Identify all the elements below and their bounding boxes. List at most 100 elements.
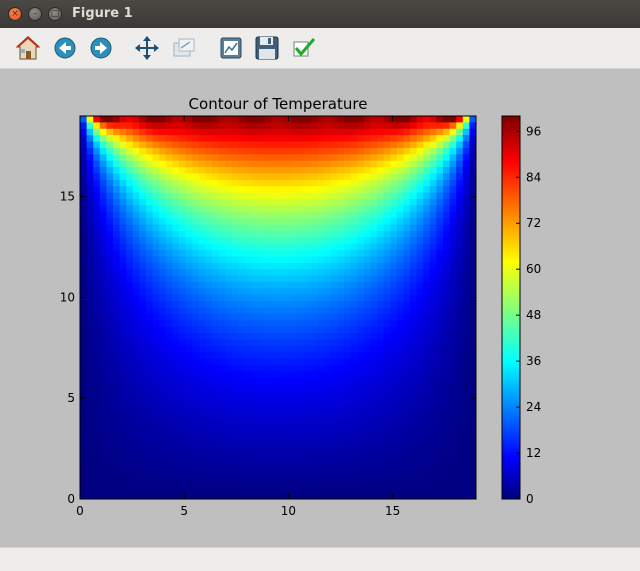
heatmap-cell: [113, 237, 121, 245]
heatmap-cell: [139, 307, 147, 315]
heatmap-cell: [80, 320, 88, 328]
close-window-button[interactable]: ×: [8, 7, 22, 21]
heatmap-cell: [396, 409, 404, 417]
heatmap-cell: [185, 135, 193, 143]
heatmap-cell: [165, 288, 173, 296]
heatmap-cell: [152, 167, 160, 175]
heatmap-cell: [456, 256, 464, 264]
heatmap-cell: [317, 313, 325, 321]
heatmap-cell: [304, 211, 312, 219]
heatmap-cell: [258, 333, 266, 341]
heatmap-cell: [344, 116, 352, 123]
heatmap-cell: [185, 301, 193, 309]
heatmap-cell: [311, 192, 319, 200]
colorbar-tick-label: 48: [526, 308, 541, 322]
heatmap-cell: [377, 173, 385, 181]
heatmap-cell: [416, 128, 424, 136]
heatmap-cell: [410, 333, 418, 341]
maximize-window-button[interactable]: □: [48, 7, 62, 21]
heatmap-cell: [192, 333, 200, 341]
heatmap-cell: [146, 326, 154, 334]
heatmap-cell: [462, 218, 470, 226]
heatmap-cell: [93, 218, 101, 226]
heatmap-cell: [456, 192, 464, 200]
heatmap-cell: [152, 301, 160, 309]
heatmap-cell: [245, 409, 253, 417]
heatmap-cell: [410, 198, 418, 206]
heatmap-cell: [93, 256, 101, 264]
heatmap-cell: [225, 186, 233, 194]
heatmap-cell: [80, 167, 88, 175]
heatmap-cell: [264, 390, 272, 398]
heatmap-cell: [245, 390, 253, 398]
heatmap-cell: [390, 160, 398, 168]
heatmap-cell: [344, 320, 352, 328]
heatmap-cell: [396, 116, 404, 123]
heatmap-cell: [423, 435, 431, 443]
heatmap-cell: [311, 147, 319, 155]
forward-button[interactable]: [87, 34, 115, 62]
heatmap-cell: [218, 473, 226, 481]
back-button[interactable]: [51, 34, 79, 62]
heatmap-cell: [132, 243, 140, 251]
heatmap-cell: [80, 422, 88, 430]
heatmap-cell: [139, 179, 147, 187]
save-button[interactable]: [253, 34, 281, 62]
heatmap-cell: [93, 352, 101, 360]
heatmap-cell: [304, 122, 312, 130]
heatmap-cell: [132, 358, 140, 366]
edit-parameters-button[interactable]: [290, 34, 318, 62]
heatmap-cell: [357, 358, 365, 366]
heatmap-cell: [146, 179, 154, 187]
heatmap-cell: [139, 467, 147, 475]
home-button[interactable]: [14, 34, 42, 62]
heatmap-cell: [363, 473, 371, 481]
heatmap-cell: [449, 301, 457, 309]
heatmap-cell: [132, 275, 140, 283]
zoom-button[interactable]: [170, 34, 198, 62]
heatmap-cell: [264, 122, 272, 130]
heatmap-cell: [218, 116, 226, 123]
heatmap-cell: [330, 428, 338, 436]
heatmap-cell: [198, 128, 206, 136]
heatmap-cell: [284, 301, 292, 309]
heatmap-cell: [139, 384, 147, 392]
heatmap-cell: [317, 250, 325, 258]
heatmap-cell: [383, 205, 391, 213]
heatmap-cell: [80, 186, 88, 194]
heatmap-cell: [192, 154, 200, 162]
heatmap-cell: [278, 135, 286, 143]
heatmap-cell: [152, 186, 160, 194]
heatmap-cell: [80, 454, 88, 462]
heatmap-cell: [429, 441, 437, 449]
heatmap-cell: [357, 409, 365, 417]
heatmap-cell: [317, 390, 325, 398]
heatmap-cell: [429, 301, 437, 309]
heatmap-cell: [416, 179, 424, 187]
heatmap-cell: [344, 352, 352, 360]
heatmap-cell: [113, 262, 121, 270]
heatmap-cell: [311, 416, 319, 423]
configure-subplots-button[interactable]: [217, 34, 245, 62]
heatmap-cell: [113, 173, 121, 181]
heatmap-cell: [152, 198, 160, 206]
heatmap-cell: [317, 160, 325, 168]
pan-button[interactable]: [133, 34, 161, 62]
heatmap-cell: [225, 269, 233, 277]
heatmap-cell: [390, 237, 398, 245]
heatmap-cell: [304, 128, 312, 136]
heatmap-cell: [251, 479, 259, 487]
heatmap-cell: [324, 288, 332, 296]
figure-canvas[interactable]: Contour of Temperature 0 5 10 15 0 5 10 15 0 12…: [0, 69, 640, 547]
heatmap-cell: [225, 281, 233, 289]
minimize-window-button[interactable]: –: [28, 7, 42, 21]
heatmap-cell: [146, 230, 154, 238]
heatmap-cell: [119, 147, 127, 155]
heatmap-cell: [99, 345, 107, 353]
heatmap-cell: [462, 179, 470, 187]
heatmap-cell: [350, 313, 358, 321]
heatmap-cell: [212, 128, 220, 136]
heatmap-cell: [218, 454, 226, 462]
heatmap-cell: [258, 313, 266, 321]
heatmap-cell: [317, 333, 325, 341]
